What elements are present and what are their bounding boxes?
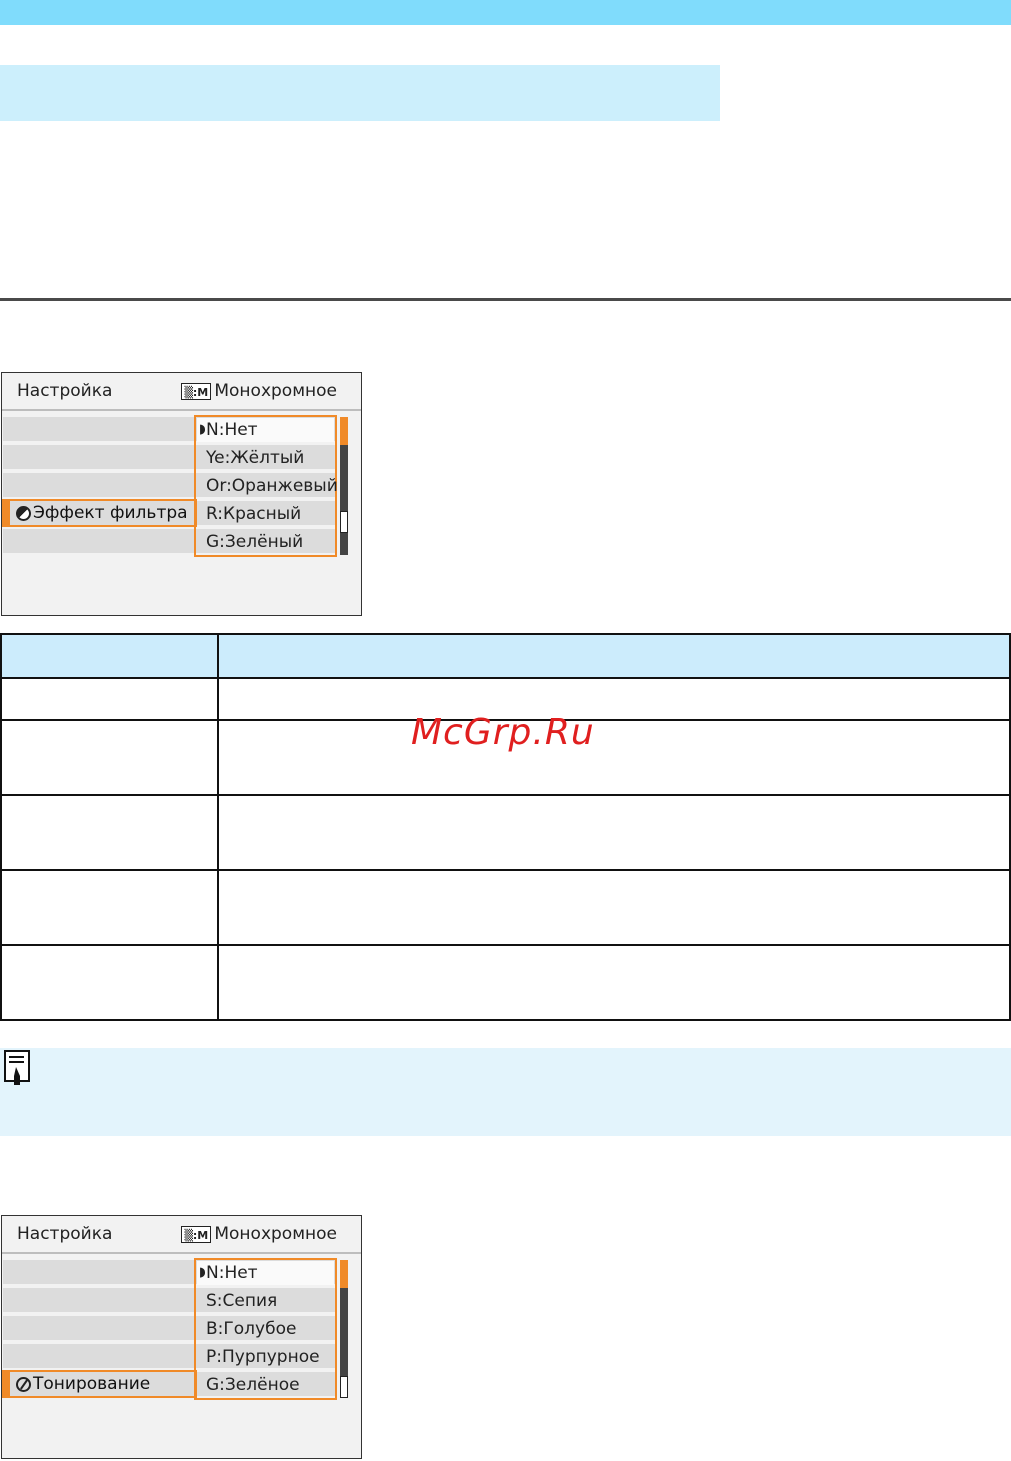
- option-none[interactable]: N:Нет: [206, 1263, 258, 1283]
- setting-filter-effect[interactable]: Эффект фильтра: [16, 503, 188, 523]
- table-header-row: [0, 633, 1011, 679]
- selection-marker-icon: ◗: [199, 1265, 206, 1280]
- filter-effect-table: [0, 633, 1011, 1021]
- table-cell: [0, 944, 219, 1021]
- setting-label: Тонирование: [33, 1374, 151, 1394]
- table-header-cell: [217, 633, 1011, 679]
- picture-style-name: Монохромное: [214, 381, 337, 401]
- screen-header: Настройка ▒:M Монохромное: [2, 1216, 361, 1250]
- header-separator: [2, 409, 361, 411]
- picture-style-indicator: ▒:M Монохромное: [181, 1224, 337, 1244]
- table-row: [0, 869, 1011, 946]
- option-green[interactable]: G:Зелёное: [206, 1375, 300, 1395]
- table-cell: [0, 719, 219, 796]
- screen-header: Настройка ▒:M Монохромное: [2, 373, 361, 407]
- filter-effect-icon: [16, 505, 31, 521]
- monochrome-mode-icon: ▒:M: [181, 1225, 212, 1243]
- picture-style-name: Монохромное: [214, 1224, 337, 1244]
- scrollbar-position: [340, 417, 348, 445]
- option-green[interactable]: G:Зелёный: [206, 532, 303, 552]
- selection-marker-icon: ◗: [199, 422, 206, 437]
- option-orange[interactable]: Or:Оранжевый: [206, 476, 338, 496]
- table-cell: [0, 677, 219, 721]
- option-blue[interactable]: B:Голубое: [206, 1319, 296, 1339]
- option-red[interactable]: R:Красный: [206, 504, 301, 524]
- table-cell: [217, 944, 1011, 1021]
- section-heading-band: [0, 65, 720, 121]
- option-sepia[interactable]: S:Сепия: [206, 1291, 277, 1311]
- table-cell: [217, 794, 1011, 871]
- table-row: [0, 794, 1011, 871]
- setting-label: Эффект фильтра: [33, 503, 188, 523]
- table-header-cell: [0, 633, 219, 679]
- table-row: [0, 944, 1011, 1021]
- scrollbar-thumb[interactable]: [340, 1376, 348, 1398]
- table-cell: [0, 869, 219, 946]
- note-band: [0, 1048, 1011, 1136]
- picture-style-indicator: ▒:M Монохромное: [181, 381, 337, 401]
- camera-screen-filter-effect: Настройка ▒:M Монохромное Эффект фильтра…: [1, 372, 362, 616]
- header-separator: [2, 1252, 361, 1254]
- toning-icon: [16, 1376, 31, 1392]
- option-none[interactable]: N:Нет: [206, 420, 258, 440]
- monochrome-mode-icon: ▒:M: [181, 382, 212, 400]
- option-yellow[interactable]: Ye:Жёлтый: [206, 448, 304, 468]
- section-divider: [0, 298, 1011, 301]
- screen-title: Настройка: [17, 381, 113, 401]
- active-setting-tab: [2, 501, 10, 525]
- memo-pencil-icon: [4, 1050, 30, 1085]
- option-purple[interactable]: P:Пурпурное: [206, 1347, 320, 1367]
- scrollbar-thumb[interactable]: [340, 511, 348, 533]
- table-cell: [0, 794, 219, 871]
- active-setting-tab: [2, 1372, 10, 1396]
- screen-title: Настройка: [17, 1224, 113, 1244]
- table-cell: [217, 869, 1011, 946]
- watermark: McGrp.Ru: [411, 712, 595, 753]
- setting-toning[interactable]: Тонирование: [16, 1374, 150, 1394]
- table-cell: [217, 719, 1011, 796]
- table-cell: [217, 677, 1011, 721]
- scrollbar-position: [340, 1260, 348, 1288]
- camera-screen-toning: Настройка ▒:M Монохромное Тонирование ◗ …: [1, 1215, 362, 1459]
- top-color-band: [0, 0, 1011, 25]
